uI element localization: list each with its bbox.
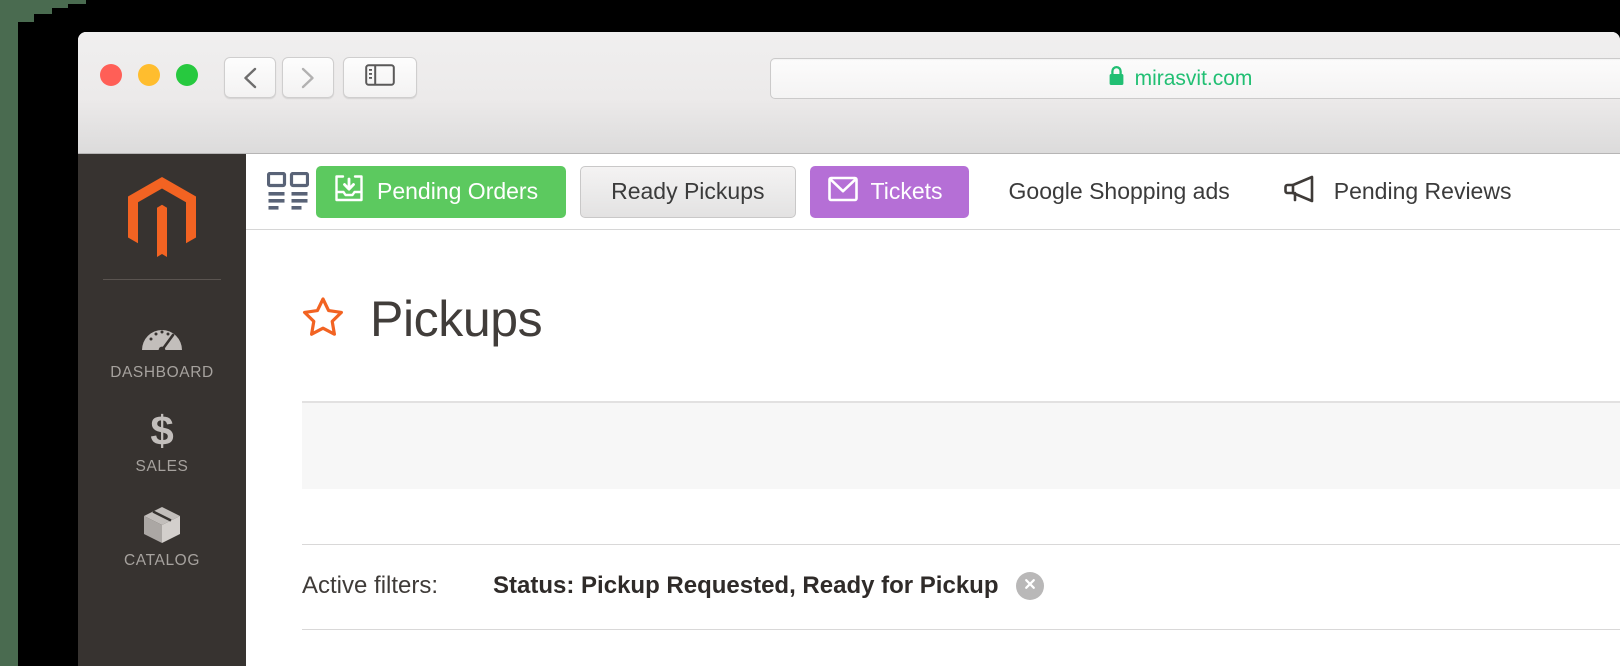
active-filters-label: Active filters:	[302, 572, 439, 599]
tickets-button[interactable]: Tickets	[809, 165, 969, 218]
lock-icon	[1108, 65, 1125, 92]
sidebar-toggle-button[interactable]	[343, 57, 417, 98]
active-filter-value: Status: Pickup Requested, Ready for Pick…	[493, 572, 999, 599]
navigation-buttons	[224, 57, 334, 98]
pending-orders-label: Pending Orders	[377, 178, 539, 204]
address-bar[interactable]: mirasvit.com	[770, 58, 1620, 99]
chevron-right-icon	[300, 66, 316, 90]
pending-reviews-button[interactable]: Pending Reviews	[1270, 166, 1524, 218]
minimize-window-button[interactable]	[138, 64, 160, 86]
sidebar-item-dashboard[interactable]: DASHBOARD	[78, 302, 246, 396]
google-shopping-ads-button[interactable]: Google Shopping ads	[983, 166, 1256, 218]
forward-button[interactable]	[282, 57, 334, 98]
active-filters-row: Active filters: Status: Pickup Requested…	[302, 545, 1620, 600]
sidebar-item-sales[interactable]: $ SALES	[78, 396, 246, 490]
traffic-lights	[100, 64, 198, 86]
sidebar-item-label: CATALOG	[124, 552, 200, 569]
remove-filter-button[interactable]	[1016, 572, 1045, 600]
sidebar-panel-icon	[365, 63, 395, 92]
svg-text:$: $	[150, 409, 173, 453]
megaphone-icon	[1282, 174, 1318, 210]
magento-logo[interactable]	[78, 176, 246, 279]
inbox-download-icon	[334, 174, 364, 210]
page-body: DASHBOARD $ SALES CATALOG Pending Orders…	[78, 154, 1620, 666]
toolbar-panel	[302, 401, 1620, 489]
main-column: Pending Orders Ready Pickups Tickets Goo…	[246, 154, 1620, 666]
sidebar-divider	[103, 279, 221, 280]
url-text: mirasvit.com	[1134, 66, 1253, 90]
page-title: Pickups	[370, 291, 543, 347]
dollar-sign-icon: $	[78, 408, 246, 454]
sidebar-item-catalog[interactable]: CATALOG	[78, 490, 246, 584]
envelope-icon	[827, 176, 858, 208]
close-circle-icon	[1022, 576, 1038, 597]
admin-sidebar: DASHBOARD $ SALES CATALOG	[78, 154, 246, 666]
close-window-button[interactable]	[100, 64, 122, 86]
grid-list-icon[interactable]	[260, 171, 316, 212]
page-title-row: Pickups	[302, 230, 1620, 356]
google-shopping-ads-label: Google Shopping ads	[1008, 178, 1230, 204]
pending-reviews-label: Pending Reviews	[1333, 178, 1512, 204]
mirasvit-toolbar: Pending Orders Ready Pickups Tickets Goo…	[246, 154, 1620, 230]
magento-logo-icon	[126, 176, 198, 263]
ready-pickups-label: Ready Pickups	[611, 178, 765, 204]
star-outline-icon[interactable]	[302, 296, 344, 343]
tickets-label: Tickets	[870, 178, 943, 204]
browser-window: mirasvit.com DASHBOARD $ SALES CATALOG P…	[78, 32, 1620, 666]
dashboard-gauge-icon	[78, 314, 246, 360]
browser-chrome: mirasvit.com	[78, 32, 1620, 154]
chevron-left-icon	[242, 66, 258, 90]
pending-orders-button[interactable]: Pending Orders	[316, 165, 567, 218]
box-icon	[78, 502, 246, 548]
back-button[interactable]	[224, 57, 276, 98]
ready-pickups-button[interactable]: Ready Pickups	[580, 165, 796, 218]
content-area: Pickups Active filters: Status: Pickup R…	[246, 230, 1620, 666]
sidebar-item-label: DASHBOARD	[110, 364, 214, 381]
sidebar-item-label: SALES	[135, 458, 189, 475]
divider	[302, 629, 1620, 630]
maximize-window-button[interactable]	[176, 64, 198, 86]
